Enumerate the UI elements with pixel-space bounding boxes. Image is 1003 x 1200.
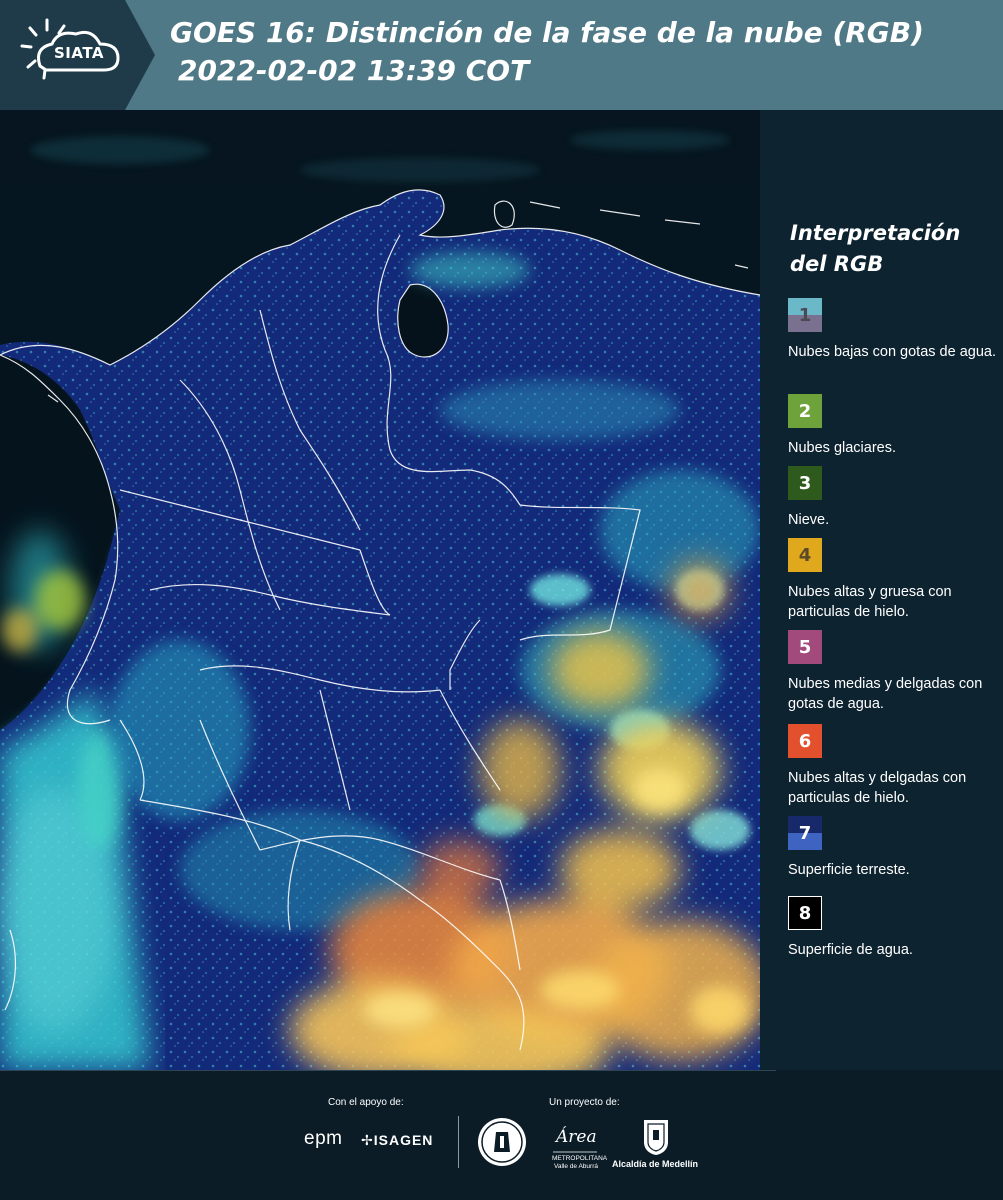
isagen-mark-icon: ✢ <box>361 1132 374 1148</box>
legend-item-3: 3 Nieve. <box>788 466 998 530</box>
legend-label-8: Superficie de agua. <box>788 942 913 958</box>
university-seal-icon <box>478 1118 526 1166</box>
legend-swatch-8: 8 <box>788 896 822 930</box>
area-script-text: Área <box>556 1127 597 1147</box>
footer-vertical-divider <box>458 1116 459 1168</box>
legend-swatch-6: 6 <box>788 724 822 758</box>
legend-item-1: 1 Nubes bajas con gotas de agua. <box>788 298 998 362</box>
logo-text: SIATA <box>53 44 104 62</box>
legend-swatch-2: 2 <box>788 394 822 428</box>
legend-swatch-5: 5 <box>788 630 822 664</box>
area-subtitle: METROPOLITANA Valle de Aburrá <box>552 1155 608 1170</box>
legend-number-5: 5 <box>798 636 812 658</box>
legend-label-3: Nieve. <box>788 512 830 528</box>
legend-item-4: 4 Nubes altas y gruesa con particulas de… <box>788 538 998 622</box>
legend-number-8: 8 <box>798 902 812 924</box>
satellite-map-image <box>0 110 760 1070</box>
legend-item-7: 7 Superficie terreste. <box>788 816 998 880</box>
legend-number-3: 3 <box>798 472 812 494</box>
footer-divider-line <box>0 1070 776 1071</box>
legend-title: Interpretación del RGB <box>790 221 961 276</box>
legend-swatch-4: 4 <box>788 538 822 572</box>
legend-label-1: Nubes bajas con gotas de agua. <box>788 344 996 360</box>
legend-number-1: 1 <box>798 304 812 326</box>
medellin-label: Alcaldía de Medellín <box>612 1159 699 1169</box>
legend-number-4: 4 <box>798 544 812 566</box>
legend-item-6: 6 Nubes altas y delgadas con particulas … <box>788 724 998 808</box>
isagen-text: ISAGEN <box>373 1132 434 1148</box>
legend-item-8: 8 Superficie de agua. <box>788 896 998 960</box>
title-line-2: 2022-02-02 13:39 COT <box>178 54 530 87</box>
legend-swatch-7: 7 <box>788 816 822 850</box>
header: SIATA GOES 16: Distinción de la fase de … <box>0 0 1003 110</box>
legend-number-6: 6 <box>798 730 812 752</box>
legend-number-2: 2 <box>798 400 812 422</box>
legend-swatch-3: 3 <box>788 466 822 500</box>
legend-label-5: Nubes medias y delgadas con gotas de agu… <box>788 676 983 712</box>
page-title: GOES 16: Distinción de la fase de la nub… <box>170 14 924 90</box>
project-label: Un proyecto de: <box>549 1097 620 1108</box>
legend-label-2: Nubes glaciares. <box>788 440 896 456</box>
legend-label-7: Superficie terreste. <box>788 862 910 878</box>
legend-number-7: 7 <box>798 822 812 844</box>
legend-label-6: Nubes altas y delgadas con particulas de… <box>788 770 967 806</box>
legend-item-5: 5 Nubes medias y delgadas con gotas de a… <box>788 630 998 714</box>
isagen-logo: ✢ISAGEN <box>361 1132 433 1149</box>
epm-logo: epm <box>304 1128 343 1149</box>
legend-item-2: 2 Nubes glaciares. <box>788 394 998 458</box>
legend-swatch-1: 1 <box>788 298 822 332</box>
satellite-map <box>0 110 760 1070</box>
legend-panel: Interpretación del RGB 1 Nubes bajas con… <box>760 110 1003 1070</box>
siata-logo: SIATA <box>0 0 160 110</box>
medellin-shield-icon <box>644 1120 668 1155</box>
support-label: Con el apoyo de: <box>328 1097 404 1108</box>
title-line-1: GOES 16: Distinción de la fase de la nub… <box>170 16 924 49</box>
legend-label-4: Nubes altas y gruesa con particulas de h… <box>788 584 952 620</box>
footer: Con el apoyo de: Un proyecto de: epm ✢IS… <box>0 1070 1003 1200</box>
